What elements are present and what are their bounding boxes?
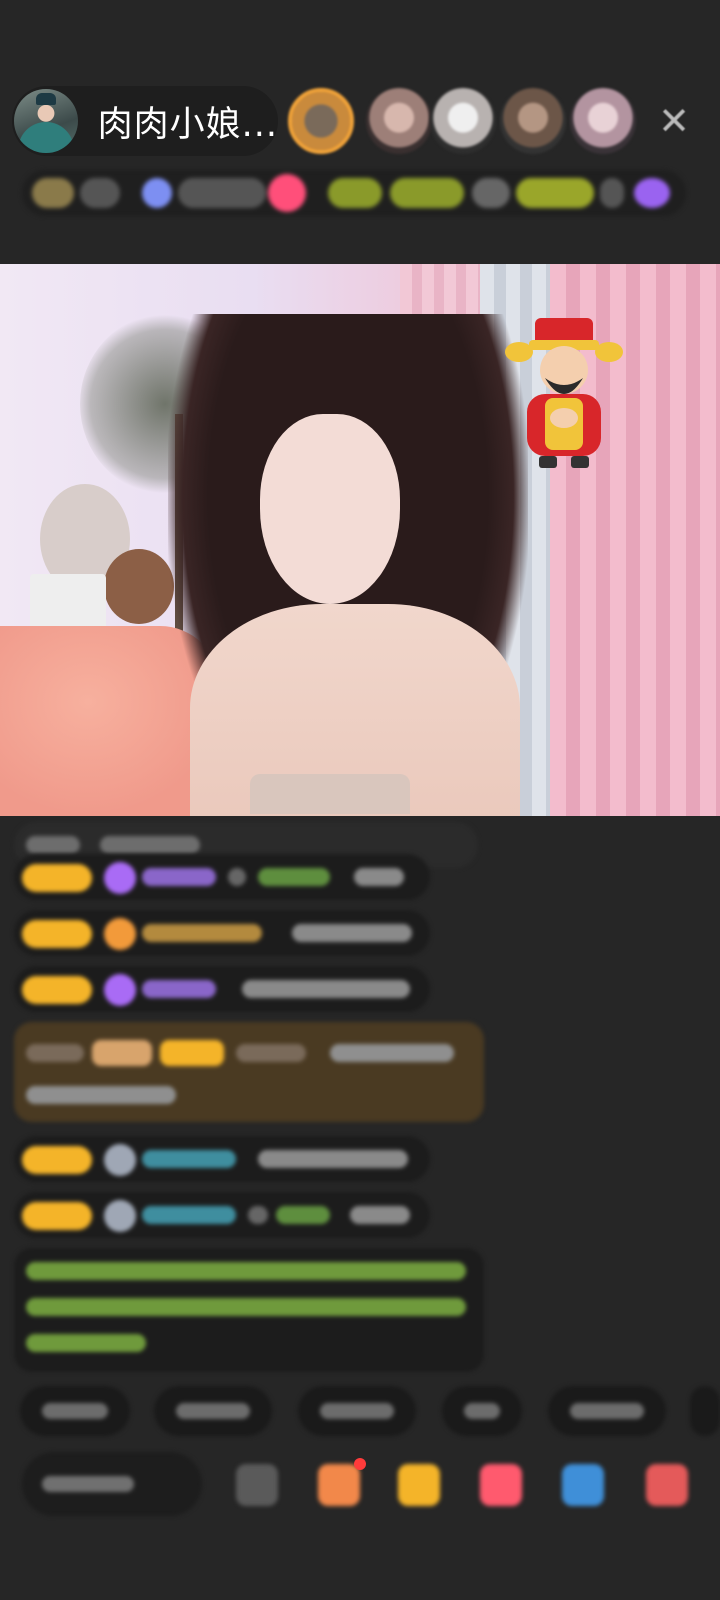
streamer-face — [260, 414, 400, 604]
quick-reply-chip[interactable] — [298, 1386, 416, 1436]
treasure-icon[interactable] — [398, 1464, 440, 1506]
tag-text — [516, 178, 594, 208]
level-badge — [22, 1146, 92, 1174]
level-badge — [22, 920, 92, 948]
red-packet-icon[interactable] — [480, 1464, 522, 1506]
caishen-sticker-icon — [505, 318, 623, 468]
bottom-toolbar[interactable] — [0, 1452, 720, 1532]
chat-highlight-message — [14, 1022, 484, 1122]
chat-message — [14, 910, 430, 956]
chat-message — [14, 1136, 430, 1182]
level-badge — [22, 976, 92, 1004]
close-icon[interactable]: ✕ — [654, 101, 694, 141]
gift-box-icon[interactable] — [318, 1464, 360, 1506]
host-name: 肉肉小娘... — [97, 104, 278, 145]
more-icon[interactable] — [646, 1464, 688, 1506]
quick-reply-chip[interactable] — [154, 1386, 272, 1436]
purple-gem-icon — [104, 974, 136, 1006]
avatar — [104, 1144, 136, 1176]
shelf — [30, 574, 106, 630]
top-viewer-avatar-4[interactable] — [500, 88, 566, 154]
level-badge — [22, 1202, 92, 1230]
host-info-pill[interactable]: 肉肉小娘... — [12, 86, 278, 156]
level-badge-icon — [32, 178, 74, 208]
level-badge — [22, 864, 92, 892]
gift-icon — [634, 178, 670, 208]
purple-gem-icon — [104, 862, 136, 894]
game-icon[interactable] — [562, 1464, 604, 1506]
quick-reply-chip[interactable] — [442, 1386, 522, 1436]
teddy-bear — [104, 549, 174, 624]
top-viewer-avatar-3[interactable] — [430, 88, 496, 154]
tag-text — [178, 178, 266, 208]
room-info-bar[interactable] — [22, 170, 686, 216]
top-viewer-avatar-1[interactable] — [288, 88, 354, 154]
quick-reply-chip[interactable] — [20, 1386, 130, 1436]
orange-gem-icon — [104, 918, 136, 950]
quick-reply-chip[interactable] — [548, 1386, 666, 1436]
streamer-top — [250, 774, 410, 814]
avatar — [104, 1200, 136, 1232]
top-viewer-avatar-5[interactable] — [570, 88, 636, 154]
system-notice — [14, 1248, 484, 1372]
quick-reply-chip[interactable] — [690, 1386, 720, 1436]
notification-dot — [354, 1458, 366, 1470]
chat-message — [14, 854, 430, 900]
emoji-icon[interactable] — [236, 1464, 278, 1506]
tag-text — [80, 178, 120, 208]
tag-text — [472, 178, 510, 208]
comment-input[interactable] — [22, 1452, 202, 1516]
live-video-stream[interactable] — [0, 264, 720, 816]
tag-text — [390, 178, 464, 208]
tag-text — [600, 178, 624, 208]
fans-icon — [142, 178, 172, 208]
host-avatar[interactable] — [14, 89, 78, 153]
top-viewer-avatar-2[interactable] — [366, 88, 432, 154]
chat-message — [14, 1192, 430, 1238]
live-icon — [268, 174, 306, 212]
chat-message — [14, 966, 430, 1012]
tag-text — [328, 178, 382, 208]
quick-reply-chips[interactable] — [0, 1386, 720, 1436]
